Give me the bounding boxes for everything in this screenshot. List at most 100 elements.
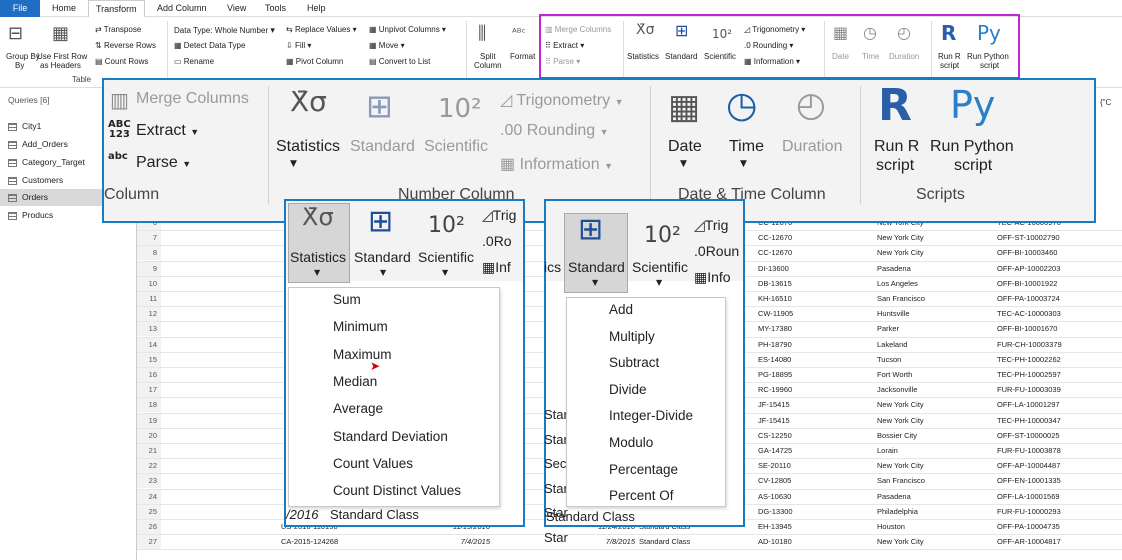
group-by-button[interactable]: Group By	[6, 52, 40, 61]
standard-menu-item[interactable]: Subtract	[567, 355, 725, 370]
chevron-down-icon: ▼	[614, 97, 624, 107]
table-cell-n: 13	[137, 322, 161, 337]
table-group-label: Table	[72, 75, 92, 84]
data-type-dropdown[interactable]: Data Type: Whole Number ▾	[174, 25, 275, 36]
statistics-menu-item[interactable]: Maximum	[289, 347, 499, 362]
table-cell-city: New York City	[877, 537, 924, 547]
rename-label: Rename	[183, 57, 215, 66]
rename-button[interactable]: ▭ Rename	[174, 57, 214, 66]
tab-transform[interactable]: Transform	[88, 0, 145, 18]
statistics-dropdown-panel: Χ̄σ Statistics ▼ ⊞ Standard ▼ 10² Scient…	[284, 199, 525, 527]
move-button[interactable]: ▦ Move ▾	[369, 41, 405, 50]
statistics-menu: Sum Minimum Maximum Median Average Standard D…	[288, 287, 500, 507]
standard-menu-item[interactable]: Percent Of	[567, 488, 725, 503]
scientific-button[interactable]: Scientific	[424, 138, 488, 156]
merge-columns-icon: ▥	[110, 88, 129, 112]
scientific-button[interactable]: Scientific	[418, 249, 474, 265]
format-button[interactable]: Format	[510, 52, 535, 61]
table-cell-ship: Standard Class	[639, 537, 691, 547]
standard-menu-item[interactable]: Multiply	[567, 329, 725, 344]
tab-help[interactable]: Help	[300, 0, 333, 17]
time-button[interactable]: Time	[729, 138, 764, 156]
standard-menu-item[interactable]: Modulo	[567, 435, 725, 450]
tab-home[interactable]: Home	[45, 0, 83, 17]
tab-add-column[interactable]: Add Column	[150, 0, 214, 17]
trig-icon: ◿	[694, 217, 705, 233]
table-cell-cust: MY-17380	[758, 324, 792, 334]
statistics-menu-item[interactable]: Minimum	[289, 319, 499, 334]
count-rows-button[interactable]: ▤ Count Rows	[95, 57, 148, 66]
detect-data-type-button[interactable]: ▦ Detect Data Type	[174, 41, 245, 50]
r-script-icon: R	[878, 80, 912, 131]
standard-icon: ⊞	[368, 204, 394, 239]
trigonometry-peek[interactable]: ◿Trig	[694, 217, 728, 234]
merge-columns-button[interactable]: Merge Columns	[136, 90, 249, 108]
format-icon: ᴬᴮᶜ	[512, 26, 526, 39]
trigonometry-peek[interactable]: ◿Trig	[482, 207, 516, 224]
unpivot-columns-button[interactable]: ▦ Unpivot Columns ▾	[369, 25, 446, 34]
fill-button[interactable]: ⇩ Fill ▾	[286, 41, 311, 50]
replace-values-button[interactable]: ⇆ Replace Values ▾	[286, 25, 357, 34]
trig-label: Trig	[704, 217, 729, 233]
extract-button[interactable]: Extract ▼	[136, 122, 199, 140]
standard-menu-item[interactable]: Integer-Divide	[567, 408, 725, 423]
table-cell-city: Jacksonville	[877, 385, 918, 395]
information-button[interactable]: ▦ Information ▼	[500, 154, 613, 174]
info-icon: ▦	[482, 259, 496, 275]
standard-button[interactable]: Standard	[350, 138, 415, 156]
rounding-icon: .0	[482, 233, 494, 249]
rounding-peek[interactable]: .0Ro	[482, 233, 512, 249]
parse-button[interactable]: Parse ▼	[136, 154, 191, 172]
statistics-menu-item[interactable]: Count Distinct Values	[289, 483, 499, 498]
tab-view[interactable]: View	[220, 0, 253, 17]
run-python-script-button[interactable]: Run Python	[930, 138, 1014, 156]
table-cell-cust: DB-13615	[758, 278, 792, 288]
rounding-peek[interactable]: .0Roun	[694, 243, 739, 259]
standard-menu-item[interactable]: Percentage	[567, 462, 725, 477]
use-first-row-button[interactable]: Use First Row	[37, 52, 87, 61]
table-cell-order: CA-2015-124268	[281, 537, 339, 547]
information-peek[interactable]: ▦Info	[694, 269, 731, 286]
trigonometry-button[interactable]: ◿ Trigonometry ▼	[500, 90, 624, 110]
table-cell-n: 21	[137, 444, 161, 458]
standard-menu-item[interactable]: Divide	[567, 382, 725, 397]
run-r-script-button[interactable]: Run R	[874, 138, 919, 156]
reverse-rows-button[interactable]: ⇅ Reverse Rows	[95, 41, 156, 50]
scientific-button[interactable]: Scientific	[632, 259, 688, 275]
statistics-button[interactable]: Statistics	[276, 138, 340, 156]
trig-label: Trig	[492, 207, 517, 223]
standard-button[interactable]: Standard	[354, 249, 411, 265]
table-icon	[8, 122, 17, 131]
table-icon	[8, 193, 17, 202]
left-peek-cell: Star	[544, 431, 568, 447]
reverse-rows-icon: ⇅	[95, 41, 104, 50]
standard-menu-item[interactable]: Add	[567, 302, 725, 317]
table-cell-prod: TEC-AC-10000303	[997, 309, 1061, 319]
statistics-menu-item[interactable]: Average	[289, 401, 499, 416]
table-cell-sd: 7/8/2015	[605, 537, 635, 547]
pivot-column-button[interactable]: ▦ Pivot Column	[286, 57, 343, 66]
statistics-menu-item[interactable]: Median	[289, 374, 499, 389]
standard-icon: ⊞	[578, 212, 604, 247]
table-cell-cust: AD-10180	[758, 537, 792, 547]
tab-tools[interactable]: Tools	[258, 0, 293, 17]
count-rows-icon: ▤	[95, 57, 105, 66]
statistics-menu-item[interactable]: Sum	[289, 292, 499, 307]
duration-button[interactable]: Duration	[782, 138, 842, 156]
statistics-menu-item[interactable]: Count Values	[289, 456, 499, 471]
split-column-button[interactable]: Split	[480, 52, 496, 61]
rounding-icon: .00	[500, 122, 527, 139]
statistics-menu-item[interactable]: Standard Deviation	[289, 429, 499, 444]
convert-to-list-button[interactable]: ▤ Convert to List	[369, 57, 430, 66]
chevron-down-icon: ▼	[656, 278, 663, 287]
tab-file[interactable]: File	[0, 0, 40, 17]
information-peek[interactable]: ▦Inf	[482, 259, 511, 276]
table-row[interactable]: 27 CA-2015-124268 7/4/2015 7/8/2015 Standard…	[137, 535, 1122, 551]
table-cell-city: Pasadena	[877, 491, 911, 501]
chevron-down-icon: ▼	[599, 127, 609, 137]
transpose-button[interactable]: ⇄ Transpose	[95, 25, 141, 34]
date-button[interactable]: Date	[668, 138, 702, 156]
convert-icon: ▤	[369, 57, 379, 66]
table-cell-prod: OFF-LA-10001297	[997, 400, 1060, 410]
rounding-button[interactable]: .00 Rounding ▼	[500, 122, 609, 140]
